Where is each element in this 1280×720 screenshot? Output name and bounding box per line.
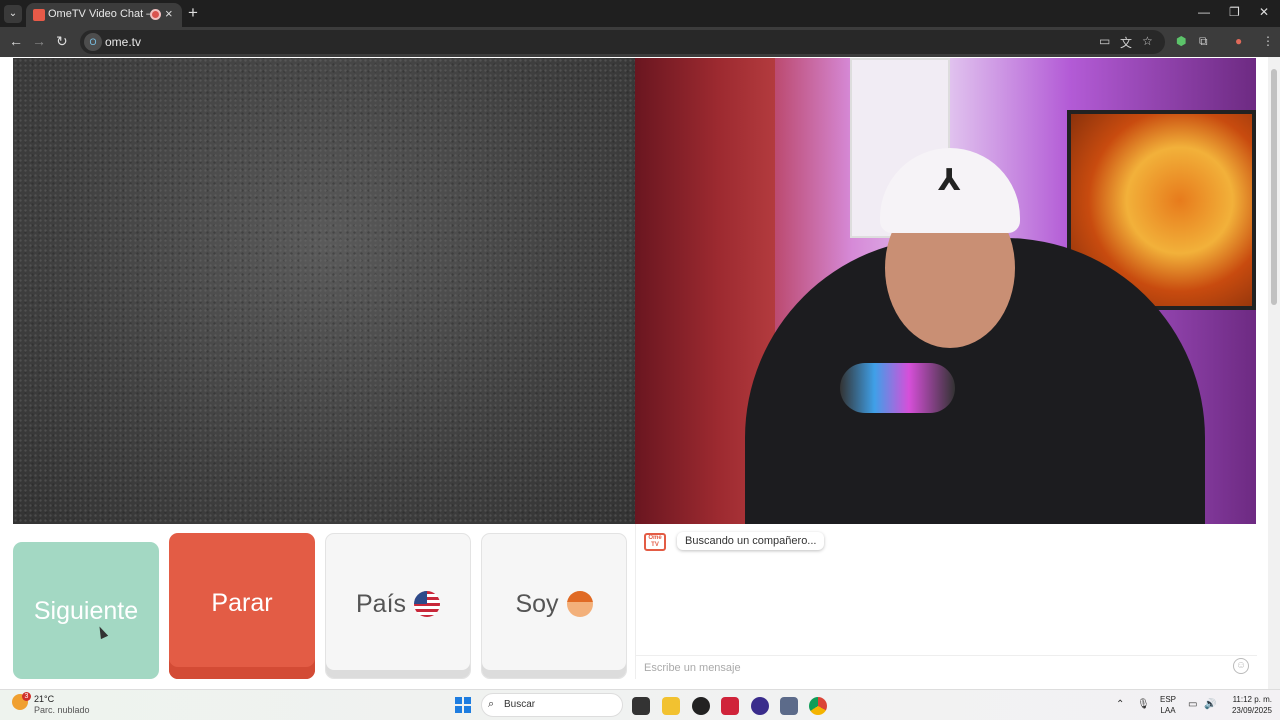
forward-icon[interactable]: → (32, 33, 46, 49)
weather-description[interactable]: Parc. nublado (34, 705, 90, 715)
microphone-icon[interactable]: 🎙 (1137, 699, 1150, 710)
page-scrollbar[interactable] (1268, 57, 1280, 689)
tray-overflow-icon[interactable]: ⌃ (1116, 699, 1124, 710)
settings-icon[interactable] (780, 697, 798, 715)
chrome-icon[interactable] (809, 697, 827, 715)
weather-temperature[interactable]: 21°C (34, 694, 54, 704)
status-message: Buscando un compañero... (677, 532, 825, 550)
stranger-video (13, 58, 635, 524)
recording-indicator-icon (150, 9, 161, 20)
message-input[interactable] (636, 655, 1257, 679)
tab-favicon-icon (33, 9, 45, 21)
translate-icon[interactable]: 文 (1120, 34, 1132, 51)
boy-emoji-icon (566, 591, 593, 617)
cap-logo: ⅄ (938, 163, 961, 198)
url-text[interactable]: ome.tv (105, 35, 141, 49)
ometv-page: ⅄ Siguiente Parar País Soy Ome TV Buscan… (0, 57, 1280, 689)
browser-toolbar: ← → ↻ O ome.tv ▭ 文 ☆ ⬢ ⧉ ● ⋮ (0, 27, 1280, 57)
tab-close-icon[interactable]: × (165, 6, 173, 21)
stop-button-label: Parar (211, 589, 273, 617)
minimize-icon[interactable]: — (1198, 5, 1210, 19)
gender-button-content: Soy (482, 590, 626, 619)
search-icon: ⌕ (488, 698, 495, 710)
site-info-icon[interactable]: O (84, 33, 102, 51)
extensions-puzzle-icon[interactable]: ⧉ (1199, 34, 1208, 49)
restore-icon[interactable]: ❐ (1229, 5, 1240, 19)
clock-time: 11:12 p. m. (1232, 695, 1272, 704)
clock-date: 23/09/2025 (1231, 706, 1272, 715)
tab-title: OmeTV Video Chat — Omegle (48, 8, 150, 20)
taskbar-search[interactable]: ⌕ Buscar (481, 693, 623, 717)
obs-icon[interactable] (692, 697, 710, 715)
us-flag-icon (414, 591, 441, 617)
extension-shield-icon[interactable]: ⬢ (1176, 34, 1186, 48)
ometv-logo: Ome TV (644, 533, 666, 551)
back-icon[interactable]: ← (9, 33, 23, 49)
app-circle-icon[interactable] (751, 697, 769, 715)
country-button-label: País (355, 590, 407, 618)
system-clock[interactable]: 11:12 p. m. 23/09/2025 (1226, 694, 1272, 716)
country-button[interactable]: País (325, 533, 471, 679)
search-placeholder: Buscar (504, 699, 536, 710)
input-language[interactable]: ESP LAA (1160, 694, 1176, 716)
chat-controls: Siguiente Parar País Soy (13, 533, 627, 679)
tab-list-icon[interactable]: ⌄ (4, 5, 22, 23)
menu-kebab-icon[interactable]: ⋮ (1262, 34, 1274, 48)
cast-icon[interactable]: ▭ (1099, 34, 1110, 48)
video-microphone (840, 363, 955, 413)
windows-taskbar: 3 21°C Parc. nublado ⌕ Buscar ⌃ 🎙 ESP LA… (0, 689, 1280, 720)
new-tab-button[interactable]: + (188, 3, 198, 23)
gender-button[interactable]: Soy (481, 533, 627, 679)
emoji-picker-icon[interactable]: ☺ (1233, 658, 1249, 674)
next-button[interactable]: Siguiente (13, 542, 159, 679)
address-bar[interactable]: O ome.tv (80, 30, 1165, 54)
self-video: ⅄ (635, 58, 1256, 524)
volume-icon[interactable]: 🔊 (1204, 699, 1216, 710)
windows-start-icon[interactable] (455, 697, 471, 713)
gender-button-label: Soy (515, 590, 559, 618)
chat-panel: Ome TV Buscando un compañero... ☺ (635, 524, 1257, 679)
network-icon[interactable]: ▭ (1188, 699, 1197, 710)
star-icon[interactable]: ☆ (1142, 34, 1153, 48)
file-explorer-icon[interactable] (662, 697, 680, 715)
next-button-label: Siguiente (33, 597, 139, 625)
weather-badge: 3 (22, 692, 31, 701)
keyboard-layout: LAA (1160, 706, 1176, 715)
profile-icon[interactable]: ● (1235, 34, 1242, 48)
static-noise (13, 58, 635, 524)
scrollbar-thumb[interactable] (1271, 69, 1277, 305)
stop-button[interactable]: Parar (169, 533, 315, 679)
language-code: ESP (1160, 695, 1177, 704)
close-icon[interactable]: ✕ (1259, 5, 1269, 19)
browser-tabstrip: ⌄ OmeTV Video Chat — Omegle × + — ❐ ✕ (0, 0, 1280, 27)
country-button-content: País (326, 590, 470, 619)
capcut-icon[interactable] (721, 697, 739, 715)
task-view-icon[interactable] (632, 697, 650, 715)
reload-icon[interactable]: ↻ (56, 33, 68, 50)
tab-ometv[interactable]: OmeTV Video Chat — Omegle × (26, 3, 182, 27)
